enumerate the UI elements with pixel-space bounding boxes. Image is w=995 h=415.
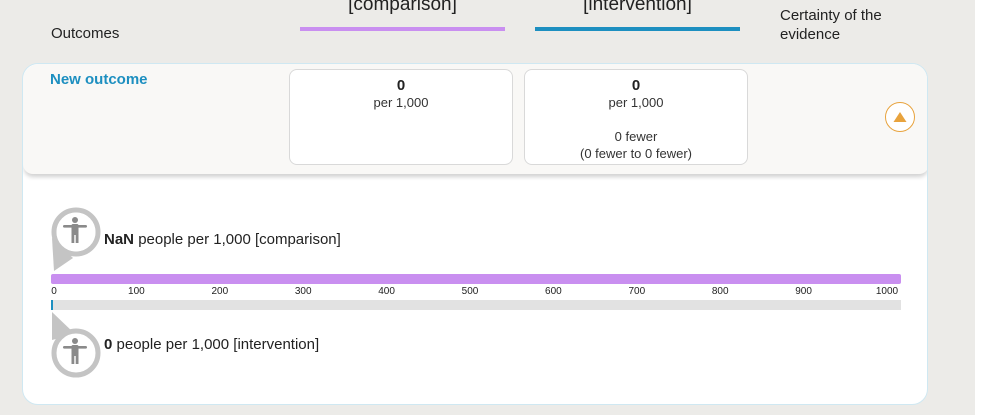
scale-tick-label: 500 (461, 286, 479, 297)
comparison-people-text: NaN people per 1,000 [comparison] (104, 231, 341, 248)
outcomes-column-header: Outcomes (51, 25, 120, 42)
intervention-people-text: 0 people per 1,000 [intervention] (104, 336, 320, 353)
comparison-risk-unit: per 1,000 (373, 95, 429, 110)
triangle-up-icon (893, 112, 907, 122)
collapse-button[interactable] (885, 102, 915, 132)
intervention-color-bar (535, 27, 740, 31)
comparison-column-header: [comparison] (348, 0, 457, 15)
intervention-scale-fill (51, 300, 53, 310)
certainty-column-header: Certainty of the evidence (780, 7, 882, 43)
outcome-card: New outcome 0 per 1,000 0 per 1,000 0 fe… (22, 63, 928, 405)
comparison-risk-cell[interactable]: 0 per 1,000 (289, 69, 513, 165)
comparison-person-icon (51, 207, 101, 271)
intervention-scale-bar (51, 300, 901, 310)
scale-tick-label: 200 (211, 286, 229, 297)
intervention-person-icon (51, 312, 101, 378)
intervention-risk-value: 0 (631, 77, 641, 94)
comparison-scale-bar (51, 274, 901, 284)
risk-difference: 0 fewer (614, 129, 658, 144)
intervention-risk-cell[interactable]: 0 per 1,000 0 fewer (0 fewer to 0 fewer) (524, 69, 748, 165)
comparison-risk-value: 0 (396, 77, 406, 94)
scale-tick-label: 400 (378, 286, 395, 297)
scale-tick-label: 1000 (875, 286, 899, 297)
scale-tick-label: 700 (628, 286, 646, 297)
intervention-risk-unit: per 1,000 (608, 95, 664, 110)
scale-tick-label: 300 (294, 286, 312, 297)
comparison-color-bar (300, 27, 505, 31)
outcome-name-link[interactable]: New outcome (50, 71, 148, 88)
scale-tick-label: 900 (795, 286, 812, 297)
intervention-column-header: [intervention] (583, 0, 692, 15)
scale-tick-label: 0 (51, 286, 57, 297)
scale-tick-label: 600 (545, 286, 562, 297)
outcome-row: New outcome 0 per 1,000 0 per 1,000 0 fe… (23, 64, 927, 174)
risk-difference-range: (0 fewer to 0 fewer) (580, 146, 692, 161)
scale-tick-label: 100 (128, 286, 145, 297)
page-edge (975, 0, 995, 415)
scale-tick-label: 800 (711, 286, 729, 297)
